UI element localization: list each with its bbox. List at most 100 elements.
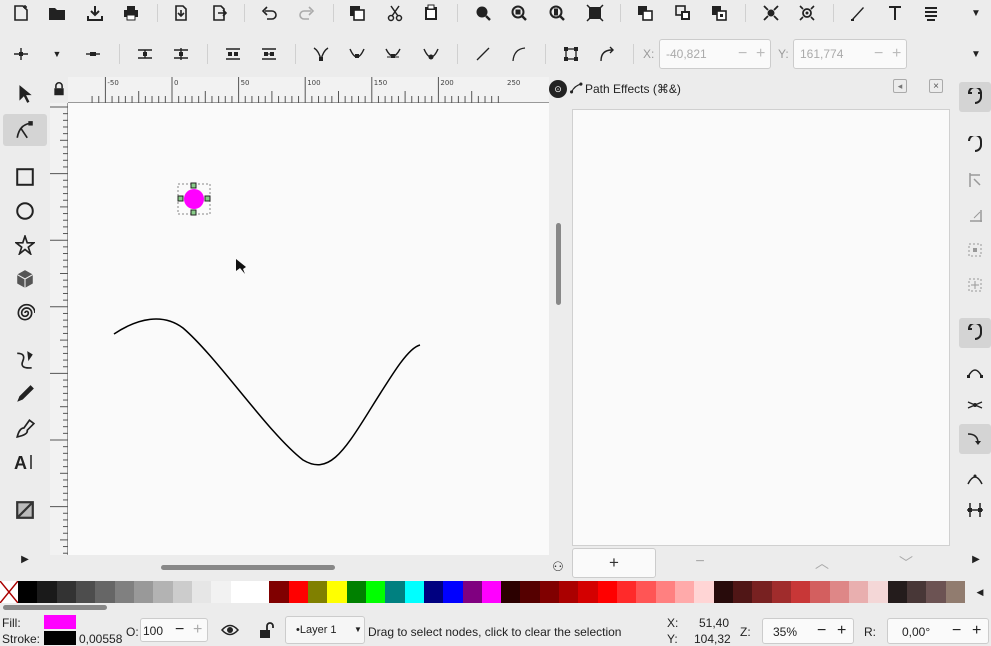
spiral-tool[interactable] xyxy=(3,297,47,329)
delete-node-icon[interactable] xyxy=(82,43,104,65)
color-swatch[interactable] xyxy=(810,581,831,603)
move-effect-down-button[interactable]: ﹀ xyxy=(896,553,916,573)
color-swatch[interactable] xyxy=(559,581,579,603)
zoom-drawing-icon[interactable] xyxy=(508,3,530,23)
color-swatch[interactable] xyxy=(926,581,947,603)
symmetric-node-icon[interactable] xyxy=(382,43,404,65)
stroke-to-path-icon[interactable] xyxy=(596,43,618,65)
group-icon[interactable] xyxy=(672,3,694,23)
open-folder-icon[interactable] xyxy=(46,3,68,23)
color-swatch[interactable] xyxy=(114,581,135,603)
make-line-icon[interactable] xyxy=(472,43,494,65)
snap-smooth-nodes-button[interactable] xyxy=(959,424,991,454)
color-swatch[interactable] xyxy=(56,581,77,603)
color-swatch[interactable] xyxy=(578,581,599,603)
color-swatch[interactable] xyxy=(191,581,212,603)
fill-stroke-icon[interactable] xyxy=(847,3,869,23)
x-coord-field[interactable]: -40,821 − + xyxy=(659,39,771,69)
export-icon[interactable] xyxy=(208,3,230,23)
color-swatch[interactable] xyxy=(211,581,232,603)
vertical-ruler[interactable] xyxy=(50,103,68,555)
path-effects-list[interactable] xyxy=(572,109,950,546)
snap-intersections-icon[interactable] xyxy=(963,394,987,416)
paste-icon[interactable] xyxy=(420,3,442,23)
snap-object-centers-icon[interactable] xyxy=(963,499,987,521)
stroke-indicator[interactable] xyxy=(44,631,76,645)
snap-midpoints-icon[interactable] xyxy=(963,467,987,489)
ungroup-icon[interactable] xyxy=(708,3,730,23)
y-increment-button[interactable]: + xyxy=(892,45,901,63)
object-to-path-icon[interactable] xyxy=(560,43,582,65)
snap-paths-icon[interactable] xyxy=(963,361,987,383)
star-tool[interactable] xyxy=(3,229,47,261)
opacity-decrement[interactable]: − xyxy=(175,621,184,639)
insert-node-icon[interactable] xyxy=(10,43,32,65)
color-swatch[interactable] xyxy=(849,581,869,603)
color-swatch[interactable] xyxy=(288,581,309,603)
color-swatch[interactable] xyxy=(887,581,908,603)
color-swatch[interactable] xyxy=(713,581,734,603)
color-palette[interactable]: ◀ xyxy=(0,580,991,604)
vertical-scrollbar[interactable] xyxy=(549,103,567,555)
x-decrement-button[interactable]: − xyxy=(738,45,747,63)
fill-indicator[interactable] xyxy=(44,615,76,629)
snap-nodes-toggle-button[interactable] xyxy=(959,318,991,348)
color-swatch[interactable] xyxy=(636,581,657,603)
snap-bbox-midpoint-icon[interactable] xyxy=(963,239,987,261)
smooth-node-icon[interactable] xyxy=(346,43,368,65)
add-effect-button[interactable]: + xyxy=(572,548,656,578)
zoom-page-icon[interactable] xyxy=(546,3,568,23)
text-tool[interactable]: A xyxy=(3,446,47,478)
horizontal-scroll-thumb[interactable] xyxy=(161,565,335,570)
bezier-tool[interactable] xyxy=(3,344,47,376)
zoom-field[interactable]: 35% − + xyxy=(762,618,854,644)
import-icon[interactable] xyxy=(170,3,192,23)
x-increment-button[interactable]: + xyxy=(756,45,765,63)
3dbox-tool[interactable] xyxy=(3,263,47,295)
snap-bbox-corner-icon[interactable] xyxy=(963,204,987,226)
drawing-canvas[interactable] xyxy=(68,103,549,555)
color-swatch[interactable] xyxy=(462,581,483,603)
color-swatch[interactable] xyxy=(907,581,927,603)
color-swatch[interactable] xyxy=(694,581,715,603)
snap-bbox-icon[interactable] xyxy=(796,3,818,23)
ellipse-tool[interactable] xyxy=(3,195,47,227)
color-swatch[interactable] xyxy=(539,581,560,603)
rotation-decrement[interactable]: − xyxy=(952,622,961,640)
node-tool[interactable] xyxy=(3,114,47,146)
color-swatch[interactable] xyxy=(597,581,618,603)
color-swatch[interactable] xyxy=(95,581,116,603)
zoom-selection-icon[interactable] xyxy=(472,3,494,23)
color-swatch[interactable] xyxy=(365,581,386,603)
color-swatch[interactable] xyxy=(18,581,38,603)
auto-smooth-node-icon[interactable] xyxy=(420,43,442,65)
layer-selector[interactable]: •Layer 1 ▼ xyxy=(285,616,365,644)
color-swatch[interactable] xyxy=(269,581,290,603)
color-swatch[interactable] xyxy=(404,581,425,603)
color-swatch[interactable] xyxy=(752,581,773,603)
new-document-icon[interactable] xyxy=(10,3,32,23)
no-paint-swatch[interactable] xyxy=(0,580,19,604)
join-nodes-icon[interactable] xyxy=(134,43,156,65)
color-swatch[interactable] xyxy=(230,581,251,603)
zoom-page-width-icon[interactable] xyxy=(584,3,606,23)
snap-toggle-button[interactable] xyxy=(959,82,991,112)
opacity-field[interactable]: 100 − + xyxy=(140,618,208,642)
overflow-chevron-icon[interactable]: ▼ xyxy=(966,3,986,23)
stroke-width-value[interactable]: 0,00558 xyxy=(79,632,122,646)
color-swatch[interactable] xyxy=(172,581,193,603)
toolbox-expand-icon[interactable]: ▶ xyxy=(18,552,32,566)
rotation-increment[interactable]: + xyxy=(972,622,981,640)
color-swatch[interactable] xyxy=(617,581,637,603)
selector-tool[interactable] xyxy=(3,78,47,110)
cusp-node-icon[interactable] xyxy=(310,43,332,65)
clone-icon[interactable] xyxy=(634,3,656,23)
redo-icon[interactable] xyxy=(296,3,318,23)
color-swatch[interactable] xyxy=(249,581,270,603)
y-coord-field[interactable]: 161,774 − + xyxy=(793,39,907,69)
horizontal-scrollbar[interactable] xyxy=(68,555,549,577)
color-swatch[interactable] xyxy=(829,581,850,603)
vertical-scroll-thumb[interactable] xyxy=(556,223,561,305)
color-swatch[interactable] xyxy=(945,581,966,603)
color-swatch[interactable] xyxy=(327,581,348,603)
